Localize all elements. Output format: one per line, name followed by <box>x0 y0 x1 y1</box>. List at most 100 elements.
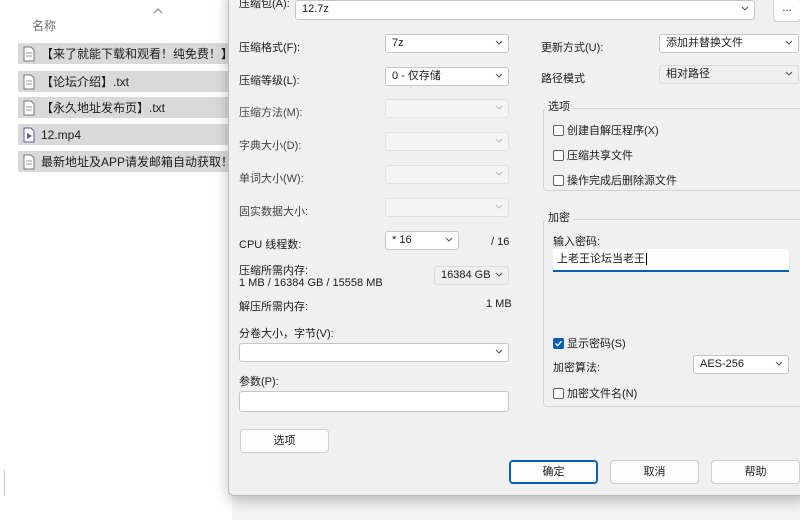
chevron-down-icon <box>775 361 783 366</box>
help-button[interactable]: 帮助 <box>711 460 800 484</box>
chevron-down-icon <box>495 138 503 143</box>
memory-usage-combo[interactable]: 16384 GB <box>434 266 509 285</box>
parameters-input[interactable] <box>239 391 509 412</box>
shared-files-checkbox[interactable]: 压缩共享文件 <box>553 147 633 163</box>
file-row[interactable]: 【论坛介绍】.txt <box>18 71 232 92</box>
sort-up-icon <box>153 8 163 14</box>
chevron-down-icon <box>495 204 503 209</box>
memory-compress-detail: 1 MB / 16384 GB / 15558 MB <box>239 277 383 289</box>
solid-size-combo[interactable] <box>385 198 509 217</box>
cancel-button[interactable]: 取消 <box>610 460 699 484</box>
parameters-label: 参数(P): <box>239 376 279 388</box>
checkbox-box <box>553 149 564 161</box>
add-to-archive-dialog: 压缩包(A): 12.7z ... 压缩格式(F): 7z 压缩等级(L): 0… <box>228 0 800 496</box>
chevron-down-icon <box>495 40 503 45</box>
password-value: 上老王论坛当老王 <box>557 253 645 265</box>
dictionary-label: 字典大小(D): <box>239 140 302 152</box>
password-label: 输入密码: <box>553 236 601 248</box>
file-name: 【来了就能下载和观看！纯免费！】.txt <box>41 47 232 61</box>
checkbox-box <box>553 124 564 136</box>
memory-usage-value: 16384 GB <box>441 269 491 281</box>
archive-label: 压缩包(A): <box>239 0 290 10</box>
delete-after-label: 操作完成后删除源文件 <box>567 175 677 187</box>
encryption-method-value: AES-256 <box>700 358 745 370</box>
options-group-title: 选项 <box>545 98 573 114</box>
encryption-method-combo[interactable]: AES-256 <box>693 355 789 374</box>
text-file-icon <box>23 74 35 89</box>
ok-button[interactable]: 确定 <box>509 460 598 484</box>
text-file-icon <box>23 154 35 169</box>
memory-decompress-value: 1 MB <box>486 298 512 310</box>
file-row[interactable]: 【永久地址发布页】.txt <box>18 97 232 118</box>
level-label: 压缩等级(L): <box>239 75 300 87</box>
file-name: 【论坛介绍】.txt <box>41 75 130 89</box>
chevron-down-icon <box>495 171 503 176</box>
password-input[interactable]: 上老王论坛当老王 <box>553 249 789 272</box>
chevron-down-icon <box>445 237 453 242</box>
file-row[interactable]: 12.mp4 <box>18 124 232 145</box>
chevron-down-icon <box>495 105 503 110</box>
threads-total: / 16 <box>491 236 510 248</box>
options-button[interactable]: 选项 <box>240 429 329 453</box>
chevron-down-icon <box>785 40 793 45</box>
update-mode-value: 添加并替换文件 <box>666 37 743 49</box>
name-column-header[interactable]: 名称 <box>32 17 56 34</box>
encryption-method-label: 加密算法: <box>553 362 601 374</box>
format-combo[interactable]: 7z <box>385 34 509 53</box>
level-value: 0 - 仅存储 <box>392 70 441 82</box>
split-volume-combo[interactable] <box>239 343 509 362</box>
text-cursor <box>646 253 647 266</box>
solid-size-label: 固实数据大小: <box>239 206 309 218</box>
video-file-icon <box>23 127 35 142</box>
level-combo[interactable]: 0 - 仅存储 <box>385 67 509 86</box>
checkbox-box <box>553 174 564 186</box>
sfx-checkbox[interactable]: 创建自解压程序(X) <box>553 122 659 138</box>
text-file-icon <box>23 100 35 115</box>
threads-label: CPU 线程数: <box>239 239 302 251</box>
file-row[interactable]: 最新地址及APP请发邮箱自动获取！！ <box>18 151 232 172</box>
file-explorer-pane: 名称 【来了就能下载和观看！纯免费！】.txt 【论坛介绍】.txt 【永久地址… <box>0 0 232 520</box>
update-mode-combo[interactable]: 添加并替换文件 <box>659 34 799 53</box>
path-mode-label: 路径模式 <box>541 73 585 85</box>
format-label: 压缩格式(F): <box>239 42 301 54</box>
text-file-icon <box>23 46 35 61</box>
method-label: 压缩方法(M): <box>239 107 303 119</box>
browse-button[interactable]: ... <box>773 0 800 22</box>
encryption-group-title: 加密 <box>545 209 573 225</box>
chevron-down-icon <box>495 349 503 354</box>
encrypt-names-label: 加密文件名(N) <box>567 388 638 400</box>
file-name: 最新地址及APP请发邮箱自动获取！！ <box>41 155 232 169</box>
format-value: 7z <box>392 37 404 49</box>
update-mode-label: 更新方式(U): <box>541 42 604 54</box>
archive-path-combo[interactable]: 12.7z <box>295 0 755 20</box>
file-name: 【永久地址发布页】.txt <box>41 101 166 115</box>
show-password-label: 显示密码(S) <box>567 338 626 350</box>
word-size-label: 单词大小(W): <box>239 173 304 185</box>
sfx-label: 创建自解压程序(X) <box>567 125 659 137</box>
file-name: 12.mp4 <box>41 127 82 142</box>
shared-files-label: 压缩共享文件 <box>567 150 633 162</box>
memory-compress-label: 压缩所需内存: <box>239 265 309 277</box>
path-mode-value: 相对路径 <box>666 68 710 80</box>
chevron-down-icon <box>785 71 793 76</box>
encrypt-names-checkbox[interactable]: 加密文件名(N) <box>553 385 637 401</box>
method-combo[interactable] <box>385 99 509 118</box>
chevron-down-icon <box>741 6 749 11</box>
checkbox-box <box>553 387 564 399</box>
file-row[interactable]: 【来了就能下载和观看！纯免费！】.txt <box>18 43 232 64</box>
delete-after-checkbox[interactable]: 操作完成后删除源文件 <box>553 172 677 188</box>
dictionary-combo[interactable] <box>385 132 509 151</box>
archive-path-value: 12.7z <box>302 3 329 15</box>
show-password-checkbox[interactable]: 显示密码(S) <box>553 335 626 351</box>
split-volume-label: 分卷大小，字节(V): <box>239 328 334 340</box>
threads-value: * 16 <box>392 234 412 246</box>
path-mode-combo[interactable]: 相对路径 <box>659 65 799 84</box>
checkbox-box <box>553 337 564 349</box>
chevron-down-icon <box>495 73 503 78</box>
chevron-down-icon <box>495 272 503 277</box>
divider <box>4 470 5 496</box>
checkmark-icon <box>555 340 563 347</box>
threads-combo[interactable]: * 16 <box>385 231 459 250</box>
word-size-combo[interactable] <box>385 165 509 184</box>
memory-decompress-label: 解压所需内存: <box>239 301 309 313</box>
